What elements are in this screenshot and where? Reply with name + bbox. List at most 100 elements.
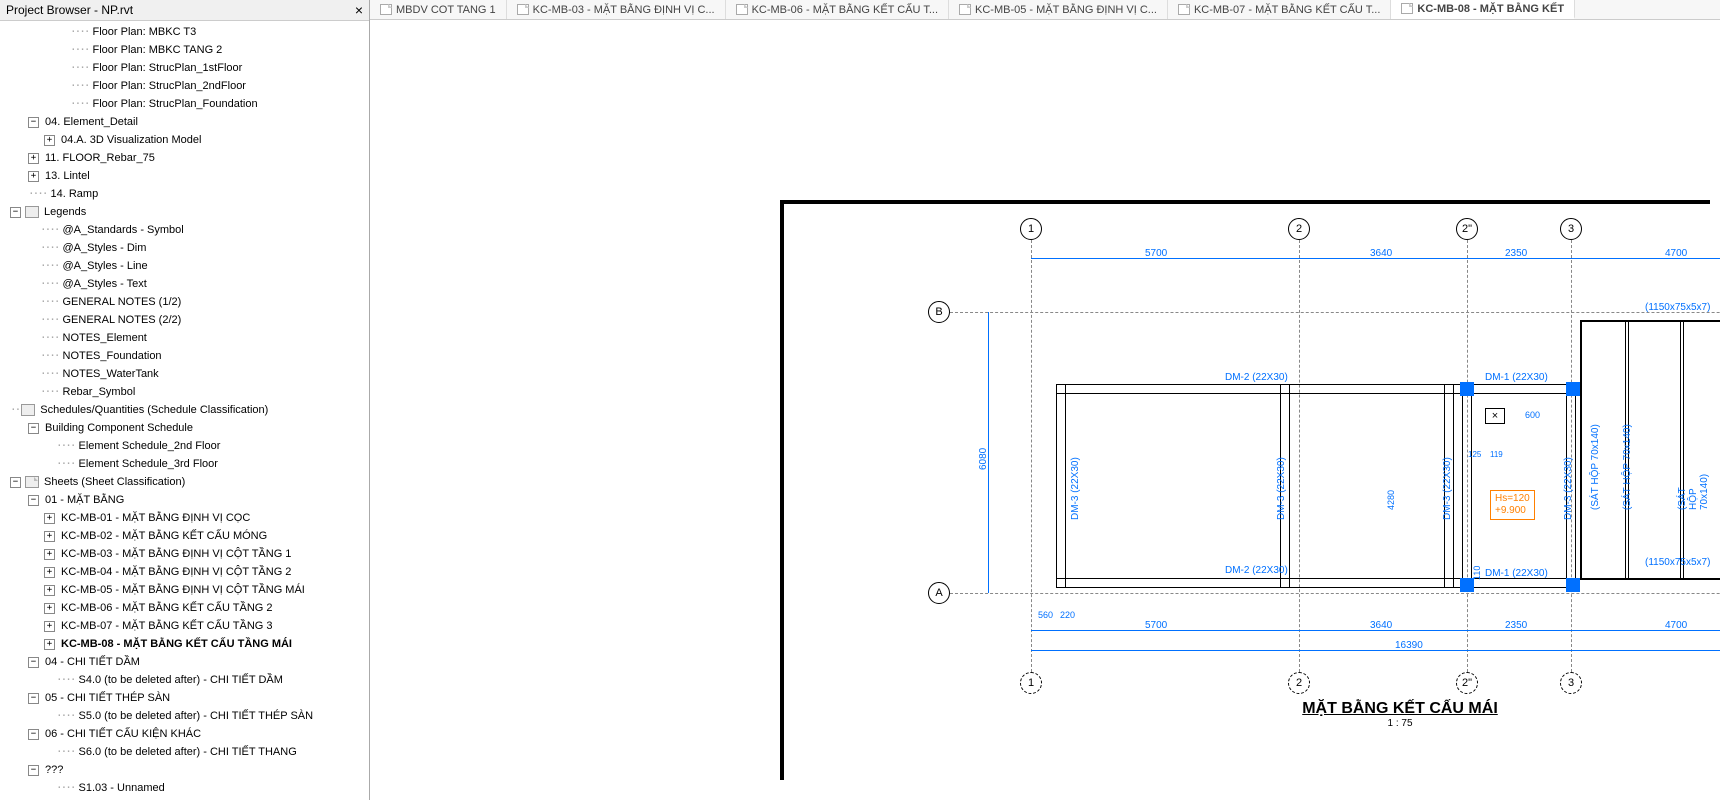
- tree-item[interactable]: ····Floor Plan: StrucPlan_Foundation: [0, 95, 369, 113]
- roof-label: (1150x75x5x7): [1645, 557, 1710, 568]
- grid-bubble-1b: 1: [1020, 672, 1042, 694]
- project-tree[interactable]: ····Floor Plan: MBKC T3 ····Floor Plan: …: [0, 21, 369, 800]
- doc-icon: [1401, 3, 1413, 14]
- dim-text: 5700: [1145, 620, 1167, 631]
- tree-item[interactable]: ····S1.03 - Unnamed: [0, 779, 369, 797]
- tree-item[interactable]: +KC-MB-06 - MẶT BẰNG KẾT CẤU TẦNG 2: [0, 599, 369, 617]
- dim-text: 6080: [978, 448, 989, 470]
- tree-item[interactable]: ····NOTES_WaterTank: [0, 365, 369, 383]
- collapse-icon[interactable]: −: [28, 495, 39, 506]
- tree-group[interactable]: −01 - MẶT BẰNG: [0, 491, 369, 509]
- tree-item[interactable]: +KC-MB-05 - MẶT BẰNG ĐỊNH VỊ CỘT TẦNG MÁ…: [0, 581, 369, 599]
- tree-item[interactable]: ····Floor Plan: MBKC T3: [0, 23, 369, 41]
- tree-item[interactable]: ····Element Schedule_3rd Floor: [0, 455, 369, 473]
- grid-bubble-2ab: 2": [1456, 672, 1478, 694]
- doc-icon: [380, 4, 392, 15]
- roof-structure: [1580, 320, 1720, 580]
- expand-icon[interactable]: +: [28, 153, 39, 164]
- grid-line: [1031, 240, 1032, 672]
- collapse-icon[interactable]: −: [10, 477, 21, 488]
- roof-label: (SÁT HỘP 70x140): [1677, 467, 1710, 510]
- expand-icon[interactable]: +: [44, 513, 55, 524]
- tree-group[interactable]: −04 - CHI TIẾT DẦM: [0, 653, 369, 671]
- collapse-icon[interactable]: −: [28, 693, 39, 704]
- tree-item[interactable]: ····Floor Plan: MBKC TANG 2: [0, 41, 369, 59]
- tree-group[interactable]: ··Schedules/Quantities (Schedule Classif…: [0, 401, 369, 419]
- expand-icon[interactable]: +: [28, 171, 39, 182]
- grid-bubble-2: 2: [1288, 218, 1310, 240]
- dim-line: [1031, 650, 1720, 651]
- tree-group[interactable]: −06 - CHI TIẾT CẤU KIỆN KHÁC: [0, 725, 369, 743]
- tree-group[interactable]: −05 - CHI TIẾT THÉP SÀN: [0, 689, 369, 707]
- tab[interactable]: MBDV COT TANG 1: [370, 0, 507, 19]
- expand-icon[interactable]: +: [44, 639, 55, 650]
- dim-text: 220: [1060, 610, 1075, 620]
- column: [1460, 578, 1474, 592]
- tree-item[interactable]: ····GENERAL NOTES (1/2): [0, 293, 369, 311]
- tree-item[interactable]: ····@A_Styles - Dim: [0, 239, 369, 257]
- tree-item[interactable]: +KC-MB-01 - MẶT BẰNG ĐỊNH VỊ CỌC: [0, 509, 369, 527]
- tree-item[interactable]: ····Element Schedule_2nd Floor: [0, 437, 369, 455]
- tree-item-active[interactable]: +KC-MB-08 - MẶT BẰNG KẾT CẤU TẦNG MÁI: [0, 635, 369, 653]
- tree-item[interactable]: +KC-MB-03 - MẶT BẰNG ĐỊNH VỊ CỘT TẦNG 1: [0, 545, 369, 563]
- collapse-icon[interactable]: −: [28, 423, 39, 434]
- tree-group[interactable]: −Building Component Schedule: [0, 419, 369, 437]
- close-icon[interactable]: ×: [355, 2, 363, 18]
- legend-icon: [25, 206, 39, 218]
- tree-item[interactable]: ····Floor Plan: StrucPlan_1stFloor: [0, 59, 369, 77]
- doc-icon: [1178, 4, 1190, 15]
- tree-item[interactable]: +04.A. 3D Visualization Model: [0, 131, 369, 149]
- collapse-icon[interactable]: −: [28, 765, 39, 776]
- tab[interactable]: KC-MB-06 - MẶT BẰNG KẾT CẤU T...: [726, 0, 949, 19]
- canvas-area: MBDV COT TANG 1 KC-MB-03 - MẶT BẰNG ĐỊNH…: [370, 0, 1720, 800]
- collapse-icon[interactable]: −: [28, 729, 39, 740]
- expand-icon[interactable]: +: [44, 621, 55, 632]
- collapse-icon[interactable]: −: [28, 657, 39, 668]
- tree-item[interactable]: ····@A_Styles - Line: [0, 257, 369, 275]
- tree-item[interactable]: ····NOTES_Element: [0, 329, 369, 347]
- collapse-icon[interactable]: −: [28, 117, 39, 128]
- tree-item[interactable]: ····@A_Styles - Text: [0, 275, 369, 293]
- expand-icon[interactable]: +: [44, 135, 55, 146]
- tree-item[interactable]: ····NOTES_Foundation: [0, 347, 369, 365]
- tree-item[interactable]: ····S4.0 (to be deleted after) - CHI TIẾ…: [0, 671, 369, 689]
- tree-item[interactable]: ····@A_Standards - Symbol: [0, 221, 369, 239]
- dim-text: 2350: [1505, 620, 1527, 631]
- tree-item[interactable]: +KC-MB-02 - MẶT BẰNG KẾT CẤU MÓNG: [0, 527, 369, 545]
- grid-bubble-3b: 3: [1560, 672, 1582, 694]
- tree-item[interactable]: ····S6.0 (to be deleted after) - CHI TIẾ…: [0, 743, 369, 761]
- tree-group[interactable]: +11. FLOOR_Rebar_75: [0, 149, 369, 167]
- tree-group[interactable]: −???: [0, 761, 369, 779]
- tab[interactable]: KC-MB-07 - MẶT BẰNG KẾT CẤU T...: [1168, 0, 1391, 19]
- tab[interactable]: KC-MB-03 - MẶT BẰNG ĐỊNH VỊ C...: [507, 0, 726, 19]
- beam: [1056, 578, 1576, 588]
- collapse-icon[interactable]: −: [10, 207, 21, 218]
- dim-text: 4280: [1386, 490, 1396, 510]
- tree-item[interactable]: +KC-MB-04 - MẶT BẰNG ĐỊNH VỊ CỘT TẦNG 2: [0, 563, 369, 581]
- title-text: MẶT BẰNG KẾT CẤU MÁI: [1250, 700, 1550, 718]
- column: [1566, 382, 1580, 396]
- beam-label: DM-2 (22X30): [1225, 565, 1288, 576]
- expand-icon[interactable]: +: [44, 549, 55, 560]
- tree-item[interactable]: ····Floor Plan: StrucPlan_2ndFloor: [0, 77, 369, 95]
- tree-group[interactable]: −Sheets (Sheet Classification): [0, 473, 369, 491]
- tab[interactable]: KC-MB-05 - MẶT BẰNG ĐỊNH VỊ C...: [949, 0, 1168, 19]
- tree-item[interactable]: ····14. Ramp: [0, 185, 369, 203]
- dim-text: 3640: [1370, 248, 1392, 259]
- tree-item[interactable]: ····S5.0 (to be deleted after) - CHI TIẾ…: [0, 707, 369, 725]
- tree-group[interactable]: +13. Lintel: [0, 167, 369, 185]
- drawing-canvas[interactable]: 1 2 2" 3 4 1 2 2" 3 4 B A B A: [370, 20, 1720, 800]
- tab-active[interactable]: KC-MB-08 - MẶT BẰNG KẾT: [1391, 0, 1575, 19]
- expand-icon[interactable]: +: [44, 567, 55, 578]
- tree-item[interactable]: +KC-MB-07 - MẶT BẰNG KẾT CẤU TẦNG 3: [0, 617, 369, 635]
- expand-icon[interactable]: +: [44, 531, 55, 542]
- view-title: MẶT BẰNG KẾT CẤU MÁI 1 : 75: [1250, 700, 1550, 729]
- beam-label: DM-3 (22X30): [1442, 457, 1453, 520]
- expand-icon[interactable]: +: [44, 585, 55, 596]
- tree-item[interactable]: ····Rebar_Symbol: [0, 383, 369, 401]
- tree-group[interactable]: −Legends: [0, 203, 369, 221]
- tree-group[interactable]: −04. Element_Detail: [0, 113, 369, 131]
- expand-icon[interactable]: +: [44, 603, 55, 614]
- tree-item[interactable]: ····GENERAL NOTES (2/2): [0, 311, 369, 329]
- dim-text: 600: [1525, 410, 1540, 420]
